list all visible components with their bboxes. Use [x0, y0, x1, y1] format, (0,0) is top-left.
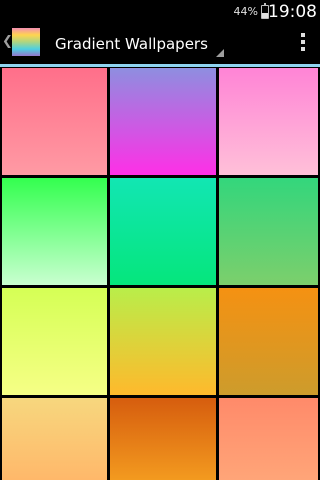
action-bar: ❮ Gradient Wallpapers: [0, 24, 320, 64]
wallpaper-tile-teal[interactable]: [110, 178, 216, 285]
wallpaper-tile-lime-yellow[interactable]: [2, 288, 107, 395]
wallpaper-tile-lime-orange[interactable]: [110, 288, 216, 395]
wallpaper-tile-light-pink[interactable]: [219, 68, 318, 175]
app-title[interactable]: Gradient Wallpapers: [55, 35, 208, 53]
overflow-menu-icon[interactable]: [300, 33, 306, 53]
dropdown-corner-icon[interactable]: [216, 49, 224, 57]
clock: 19:08: [268, 2, 317, 22]
wallpaper-grid: [0, 67, 320, 480]
wallpaper-tile-green[interactable]: [2, 178, 107, 285]
wallpaper-tile-orange[interactable]: [219, 288, 318, 395]
app-icon[interactable]: [12, 28, 40, 56]
wallpaper-tile-dark-orange[interactable]: [110, 398, 216, 480]
wallpaper-tile-salmon[interactable]: [219, 398, 318, 480]
wallpaper-tile-purple-magenta[interactable]: [110, 68, 216, 175]
wallpaper-tile-pink[interactable]: [2, 68, 107, 175]
wallpaper-tile-peach[interactable]: [2, 398, 107, 480]
screen: 44% 19:08 ❮ Gradient Wallpapers: [0, 0, 320, 480]
wallpaper-tile-sea-green[interactable]: [219, 178, 318, 285]
battery-percentage: 44%: [233, 5, 258, 18]
status-bar: 44% 19:08: [0, 0, 320, 24]
